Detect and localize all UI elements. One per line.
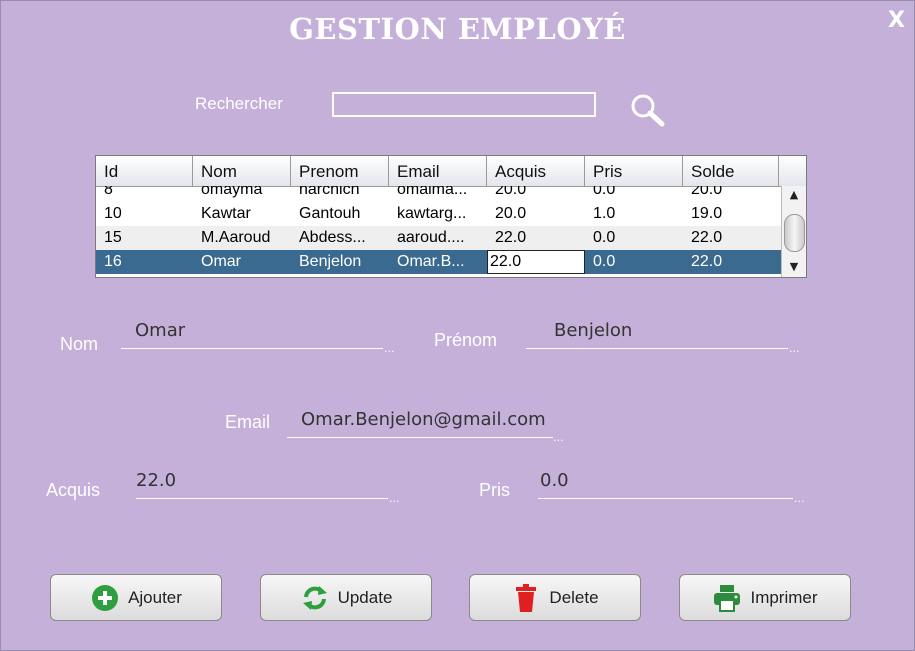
email-underline: [287, 437, 553, 438]
cell-nom[interactable]: omayma: [193, 186, 291, 202]
update-button[interactable]: Update: [260, 574, 432, 621]
search-icon[interactable]: [628, 91, 668, 129]
nom-ellipsis: ...: [384, 342, 395, 355]
scroll-up-arrow-icon[interactable]: ▲: [782, 188, 806, 202]
prenom-field[interactable]: Benjelon ...: [526, 320, 804, 355]
scroll-down-arrow-icon[interactable]: ▼: [782, 260, 806, 274]
acquis-label: Acquis: [46, 480, 101, 500]
column-header-corner: [779, 156, 804, 186]
acquis-ellipsis: ...: [389, 492, 400, 505]
cell-solde[interactable]: 22.0: [683, 250, 781, 274]
cell-solde[interactable]: 22.0: [683, 226, 781, 250]
pris-ellipsis: ...: [794, 492, 805, 505]
cell-id[interactable]: 10: [96, 202, 193, 226]
scrollbar-thumb[interactable]: [784, 214, 805, 252]
employee-table: Id Nom Prenom Email Acquis Pris Solde 8 …: [95, 155, 807, 278]
cell-solde[interactable]: 20.0: [683, 186, 781, 202]
delete-button-label: Delete: [549, 587, 599, 607]
column-header-id[interactable]: Id: [96, 156, 193, 186]
column-header-solde[interactable]: Solde: [683, 156, 779, 186]
cell-pris[interactable]: 1.0: [585, 202, 683, 226]
column-header-prenom[interactable]: Prenom: [291, 156, 389, 186]
search-label: Rechercher: [195, 94, 283, 113]
table-scrollbar[interactable]: ▲ ▼: [781, 186, 806, 277]
cell-nom[interactable]: Omar: [193, 250, 291, 274]
email-value: Omar.Benjelon@gmail.com: [301, 409, 546, 430]
nom-label: Nom: [60, 334, 99, 354]
table-row[interactable]: 15 M.Aaroud Abdess... aaroud.... 22.0 0.…: [96, 226, 781, 250]
cell-pris[interactable]: 0.0: [585, 250, 683, 274]
cell-id[interactable]: 8: [96, 186, 193, 202]
window-title: GESTION EMPLOYÉ: [289, 12, 626, 46]
print-button[interactable]: Imprimer: [679, 574, 851, 621]
prenom-label: Prénom: [434, 330, 498, 350]
prenom-ellipsis: ...: [789, 342, 800, 355]
table-row[interactable]: 8 omayma harchich omaima... 20.0 0.0 20.…: [96, 186, 781, 202]
cell-prenom[interactable]: Abdess...: [291, 226, 389, 250]
search-input[interactable]: [332, 92, 596, 117]
pris-value: 0.0: [540, 470, 569, 491]
update-button-label: Update: [337, 587, 393, 607]
prenom-underline: [526, 348, 788, 349]
pris-field[interactable]: 0.0 ...: [526, 470, 806, 505]
column-header-nom[interactable]: Nom: [193, 156, 291, 186]
nom-value: Omar: [135, 320, 186, 341]
nom-field[interactable]: Omar ...: [121, 320, 396, 355]
trash-icon: [516, 583, 537, 612]
add-button-label: Ajouter: [128, 587, 182, 607]
cell-solde[interactable]: 19.0: [683, 202, 781, 226]
table-header: Id Nom Prenom Email Acquis Pris Solde: [96, 156, 806, 187]
cell-prenom[interactable]: Gantouh: [291, 202, 389, 226]
cell-pris[interactable]: 0.0: [585, 226, 683, 250]
plus-circle-icon: [92, 584, 119, 611]
cell-email[interactable]: Omar.B...: [389, 250, 487, 274]
cell-acquis[interactable]: 22.0: [487, 226, 585, 250]
email-ellipsis: ...: [553, 431, 564, 444]
add-button[interactable]: Ajouter: [50, 574, 222, 621]
email-field[interactable]: Omar.Benjelon@gmail.com ...: [287, 409, 569, 444]
cell-pris[interactable]: 0.0: [585, 186, 683, 202]
cell-prenom[interactable]: harchich: [291, 186, 389, 202]
cell-acquis-editing[interactable]: 22.0: [487, 250, 585, 274]
column-header-pris[interactable]: Pris: [585, 156, 683, 186]
column-header-acquis[interactable]: Acquis: [487, 156, 585, 186]
email-label: Email: [225, 412, 271, 432]
prenom-value: Benjelon: [554, 320, 633, 341]
close-button[interactable]: X: [888, 8, 905, 33]
cell-acquis[interactable]: 20.0: [487, 202, 585, 226]
delete-button[interactable]: Delete: [469, 574, 641, 621]
acquis-field[interactable]: 22.0 ...: [122, 470, 402, 505]
table-row[interactable]: 10 Kawtar Gantouh kawtarg... 20.0 1.0 19…: [96, 202, 781, 226]
column-header-email[interactable]: Email: [389, 156, 487, 186]
nom-underline: [121, 348, 383, 349]
cell-prenom[interactable]: Benjelon: [291, 250, 389, 274]
cell-id[interactable]: 16: [96, 250, 193, 274]
print-button-label: Imprimer: [750, 587, 818, 607]
cell-nom[interactable]: Kawtar: [193, 202, 291, 226]
printer-icon: [714, 584, 741, 612]
cell-email[interactable]: aaroud....: [389, 226, 487, 250]
table-row-selected[interactable]: 16 Omar Benjelon Omar.B... 22.0 0.0 22.0: [96, 250, 781, 274]
cell-id[interactable]: 15: [96, 226, 193, 250]
table-body: 8 omayma harchich omaima... 20.0 0.0 20.…: [96, 186, 781, 277]
acquis-underline: [136, 498, 388, 499]
pris-label: Pris: [479, 480, 510, 500]
cell-email[interactable]: kawtarg...: [389, 202, 487, 226]
cell-nom[interactable]: M.Aaroud: [193, 226, 291, 250]
cell-acquis[interactable]: 20.0: [487, 186, 585, 202]
refresh-icon: [302, 585, 327, 610]
pris-underline: [538, 498, 793, 499]
acquis-value: 22.0: [136, 470, 177, 491]
cell-email[interactable]: omaima...: [389, 186, 487, 202]
